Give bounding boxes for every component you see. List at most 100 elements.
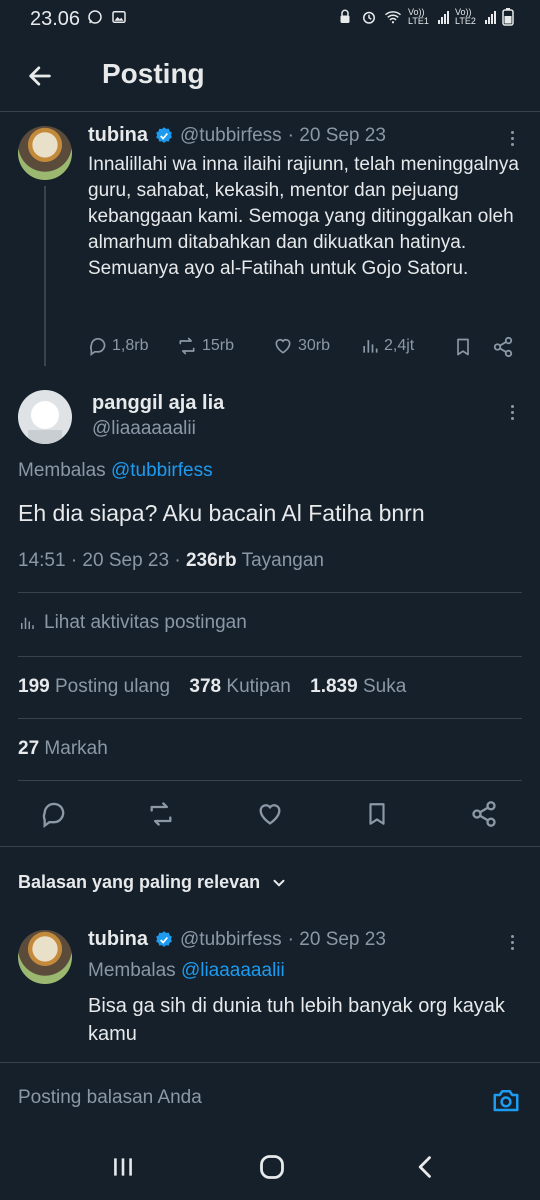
- replying-to-line: Membalas @tubbirfess: [18, 460, 213, 482]
- likes-label: Suka: [362, 676, 407, 697]
- network-1-label: Vo)) LTE1: [408, 7, 429, 26]
- analytics-icon: [21, 617, 34, 629]
- status-time: 23.06: [30, 8, 81, 30]
- retweet-button[interactable]: 15rb: [176, 336, 234, 356]
- bookmark-button[interactable]: [364, 800, 390, 828]
- heart-icon: [275, 338, 291, 354]
- bookmarks-stat[interactable]: 27 Markah: [18, 738, 108, 760]
- reply-input[interactable]: Posting balasan Anda: [18, 1087, 458, 1109]
- divider: [18, 718, 522, 719]
- avatar-tubina[interactable]: [18, 930, 72, 984]
- author-handle[interactable]: @tubbirfess: [180, 929, 282, 951]
- gallery-icon: [112, 11, 126, 23]
- verified-badge-icon: [156, 930, 172, 947]
- share-button[interactable]: [470, 800, 498, 828]
- views-count: 236rb: [185, 550, 237, 571]
- reply-count: 1,8rb: [112, 337, 149, 354]
- engagement-stats: 199 Posting ulang 378 Kutipan 1.839 Suka: [18, 676, 406, 698]
- views-chart-icon: [363, 340, 378, 353]
- replying-label: Membalas: [88, 960, 176, 981]
- reply-icon: [90, 337, 106, 356]
- reply-tweet-header: tubina @tubbirfess · 20 Sep 23: [88, 928, 386, 951]
- reposts-count: 199: [18, 676, 50, 697]
- tweet-timestamp: 14:51 · 20 Sep 23 ·: [18, 550, 181, 571]
- status-notification-icons: [86, 8, 128, 26]
- main-tweet-text: Eh dia siapa? Aku bacain Al Fatiha bnrn: [18, 500, 425, 526]
- reply-button[interactable]: [40, 800, 68, 828]
- battery-icon: [502, 8, 514, 26]
- likes-count: 1.839: [310, 676, 358, 697]
- status-bar: 23.06 Vo)) LTE1 Vo)) LTE2: [0, 0, 540, 40]
- divider: [18, 592, 522, 593]
- reposts-label: Posting ulang: [54, 676, 171, 697]
- avatar-default-icon: [28, 401, 62, 444]
- thread-line: [44, 186, 46, 366]
- replies-sort-dropdown[interactable]: Balasan yang paling relevan: [18, 872, 288, 893]
- more-options-icon[interactable]: [502, 402, 522, 422]
- parent-tweet-actions: 1,8rb 15rb 30rb 2,4jt: [88, 334, 528, 360]
- more-options-icon[interactable]: [502, 932, 522, 952]
- back-nav-icon[interactable]: [412, 1153, 440, 1181]
- likes-stat[interactable]: 1.839 Suka: [310, 676, 406, 697]
- tweet-date: · 20 Sep 23: [287, 928, 386, 950]
- like-button[interactable]: [255, 800, 285, 828]
- back-arrow-icon: [29, 66, 51, 86]
- avatar-lia[interactable]: [18, 390, 72, 444]
- main-author-handle[interactable]: @liaaaaaalii: [92, 418, 196, 440]
- replying-label: Membalas: [18, 460, 106, 481]
- quotes-stat[interactable]: 378 Kutipan: [189, 676, 290, 697]
- wifi-icon: [385, 11, 401, 24]
- reposts-stat[interactable]: 199 Posting ulang: [18, 676, 170, 697]
- signal-2-icon: [485, 10, 496, 24]
- reply-composer: Posting balasan Anda: [0, 1062, 540, 1134]
- system-nav-bar: [0, 1134, 540, 1200]
- tweet-meta-line: 14:51 · 20 Sep 23 · 236rb Tayangan: [18, 550, 324, 572]
- divider: [0, 846, 540, 847]
- view-activity-link[interactable]: Lihat aktivitas postingan: [18, 612, 247, 634]
- back-button[interactable]: [22, 58, 58, 94]
- signal-1-icon: [438, 10, 449, 24]
- reply-button[interactable]: 1,8rb: [88, 336, 148, 356]
- bookmarks-count: 27: [18, 738, 40, 759]
- whatsapp-icon: [88, 10, 102, 24]
- tweet-date: · 20 Sep 23: [287, 124, 386, 146]
- divider: [18, 780, 522, 781]
- bookmark-icon[interactable]: [453, 336, 473, 358]
- replies-sort-label: Balasan yang paling relevan: [18, 872, 261, 892]
- replying-to-link[interactable]: @liaaaaaalii: [181, 960, 285, 981]
- lock-icon: [340, 9, 350, 23]
- home-icon[interactable]: [258, 1153, 286, 1181]
- replying-to-link[interactable]: @tubbirfess: [111, 460, 213, 481]
- camera-icon[interactable]: [490, 1085, 522, 1115]
- main-author-name[interactable]: panggil aja lia: [92, 392, 224, 415]
- reply-tweet-text: Bisa ga sih di dunia tuh lebih banyak or…: [88, 995, 505, 1045]
- reply-replying-to: Membalas @liaaaaaalii: [88, 960, 285, 982]
- alarm-icon: [363, 11, 375, 24]
- page-title: Posting: [102, 58, 205, 89]
- view-activity-label: Lihat aktivitas postingan: [44, 612, 247, 633]
- author-name[interactable]: tubina: [88, 124, 148, 147]
- chevron-down-icon: [273, 879, 285, 887]
- status-system-icons: Vo)) LTE1 Vo)) LTE2: [336, 8, 514, 26]
- views-label: Tayangan: [241, 550, 324, 571]
- parent-tweet-header: tubina @tubbirfess · 20 Sep 23: [88, 124, 386, 147]
- avatar-tubina[interactable]: [18, 126, 72, 180]
- like-button[interactable]: 30rb: [272, 336, 330, 356]
- views-button[interactable]: 2,4jt: [360, 336, 414, 356]
- retweet-button[interactable]: [146, 800, 176, 828]
- share-icon[interactable]: [492, 336, 514, 358]
- recent-apps-icon[interactable]: [110, 1154, 136, 1180]
- more-options-icon[interactable]: [502, 128, 522, 148]
- quotes-label: Kutipan: [226, 676, 291, 697]
- retweet-icon: [179, 337, 195, 355]
- author-name[interactable]: tubina: [88, 928, 148, 951]
- parent-tweet-text: Innalillahi wa inna ilaihi rajiunn, tela…: [88, 154, 519, 279]
- retweet-count: 15rb: [202, 337, 235, 354]
- verified-badge-icon: [156, 126, 172, 143]
- top-header: Posting: [0, 40, 540, 112]
- quotes-count: 378: [189, 676, 222, 697]
- divider: [18, 656, 522, 657]
- like-count: 30rb: [298, 337, 331, 354]
- author-handle[interactable]: @tubbirfess: [180, 125, 282, 147]
- network-2-label: Vo)) LTE2: [455, 7, 476, 26]
